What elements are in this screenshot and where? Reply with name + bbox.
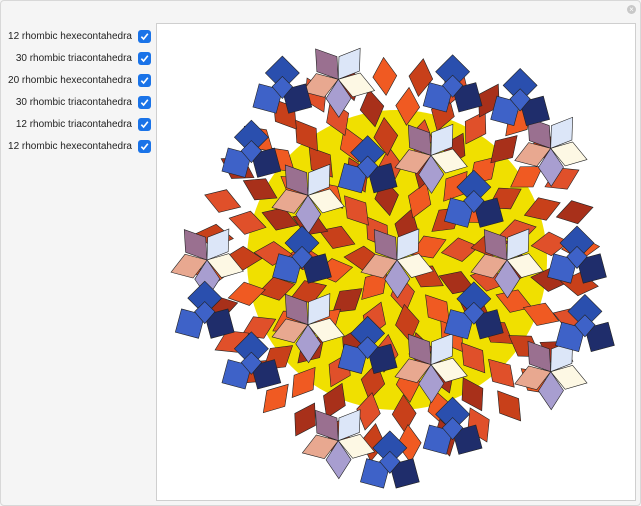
toggle-label: 20 rhombic hexecontahedra: [8, 74, 132, 86]
polyhedra-cluster-graphic[interactable]: [157, 24, 635, 500]
checkmark-icon: [140, 142, 149, 150]
toggle-label: 12 rhombic hexecontahedra: [8, 140, 132, 152]
orange-rhombus: [294, 402, 316, 437]
toggle-label: 12 rhombic hexecontahedra: [8, 30, 132, 42]
controls-panel: 12 rhombic hexecontahedra 30 rhombic tria…: [1, 25, 151, 157]
close-icon[interactable]: ×: [627, 5, 636, 14]
checkbox[interactable]: [138, 51, 151, 65]
orange-rhombus: [555, 200, 594, 225]
orange-rhombus: [204, 189, 242, 213]
toggle-row[interactable]: 30 rhombic triacontahedra: [1, 47, 151, 69]
orange-rhombus: [488, 358, 515, 388]
toggle-label: 30 rhombic triacontahedra: [15, 52, 132, 64]
orange-rhombus: [262, 383, 289, 414]
checkmark-icon: [140, 120, 149, 128]
checkmark-icon: [140, 32, 149, 40]
checkbox[interactable]: [138, 95, 151, 109]
toggle-row[interactable]: 20 rhombic hexecontahedra: [1, 69, 151, 91]
orange-rhombus: [372, 56, 398, 96]
orange-rhombus: [291, 366, 316, 399]
orange-rhombus: [497, 390, 522, 422]
graphics-pane[interactable]: [156, 23, 636, 501]
orange-rhombus: [294, 119, 318, 152]
checkmark-icon: [140, 76, 149, 84]
checkbox[interactable]: [138, 139, 151, 153]
checkmark-icon: [140, 98, 149, 106]
checkmark-icon: [140, 54, 149, 62]
toggle-row[interactable]: 30 rhombic triacontahedra: [1, 91, 151, 113]
toggle-row[interactable]: 12 rhombic triacontahedra: [1, 113, 151, 135]
toggle-label: 30 rhombic triacontahedra: [15, 96, 132, 108]
toggle-row[interactable]: 12 rhombic hexecontahedra: [1, 25, 151, 47]
checkbox[interactable]: [138, 29, 151, 43]
toggle-row[interactable]: 12 rhombic hexecontahedra: [1, 135, 151, 157]
checkbox[interactable]: [138, 73, 151, 87]
orange-rhombus: [490, 135, 518, 164]
demonstration-frame: × 12 rhombic hexecontahedra 30 rhombic tr…: [0, 0, 641, 506]
toggle-label: 12 rhombic triacontahedra: [15, 118, 132, 130]
checkbox[interactable]: [138, 117, 151, 131]
